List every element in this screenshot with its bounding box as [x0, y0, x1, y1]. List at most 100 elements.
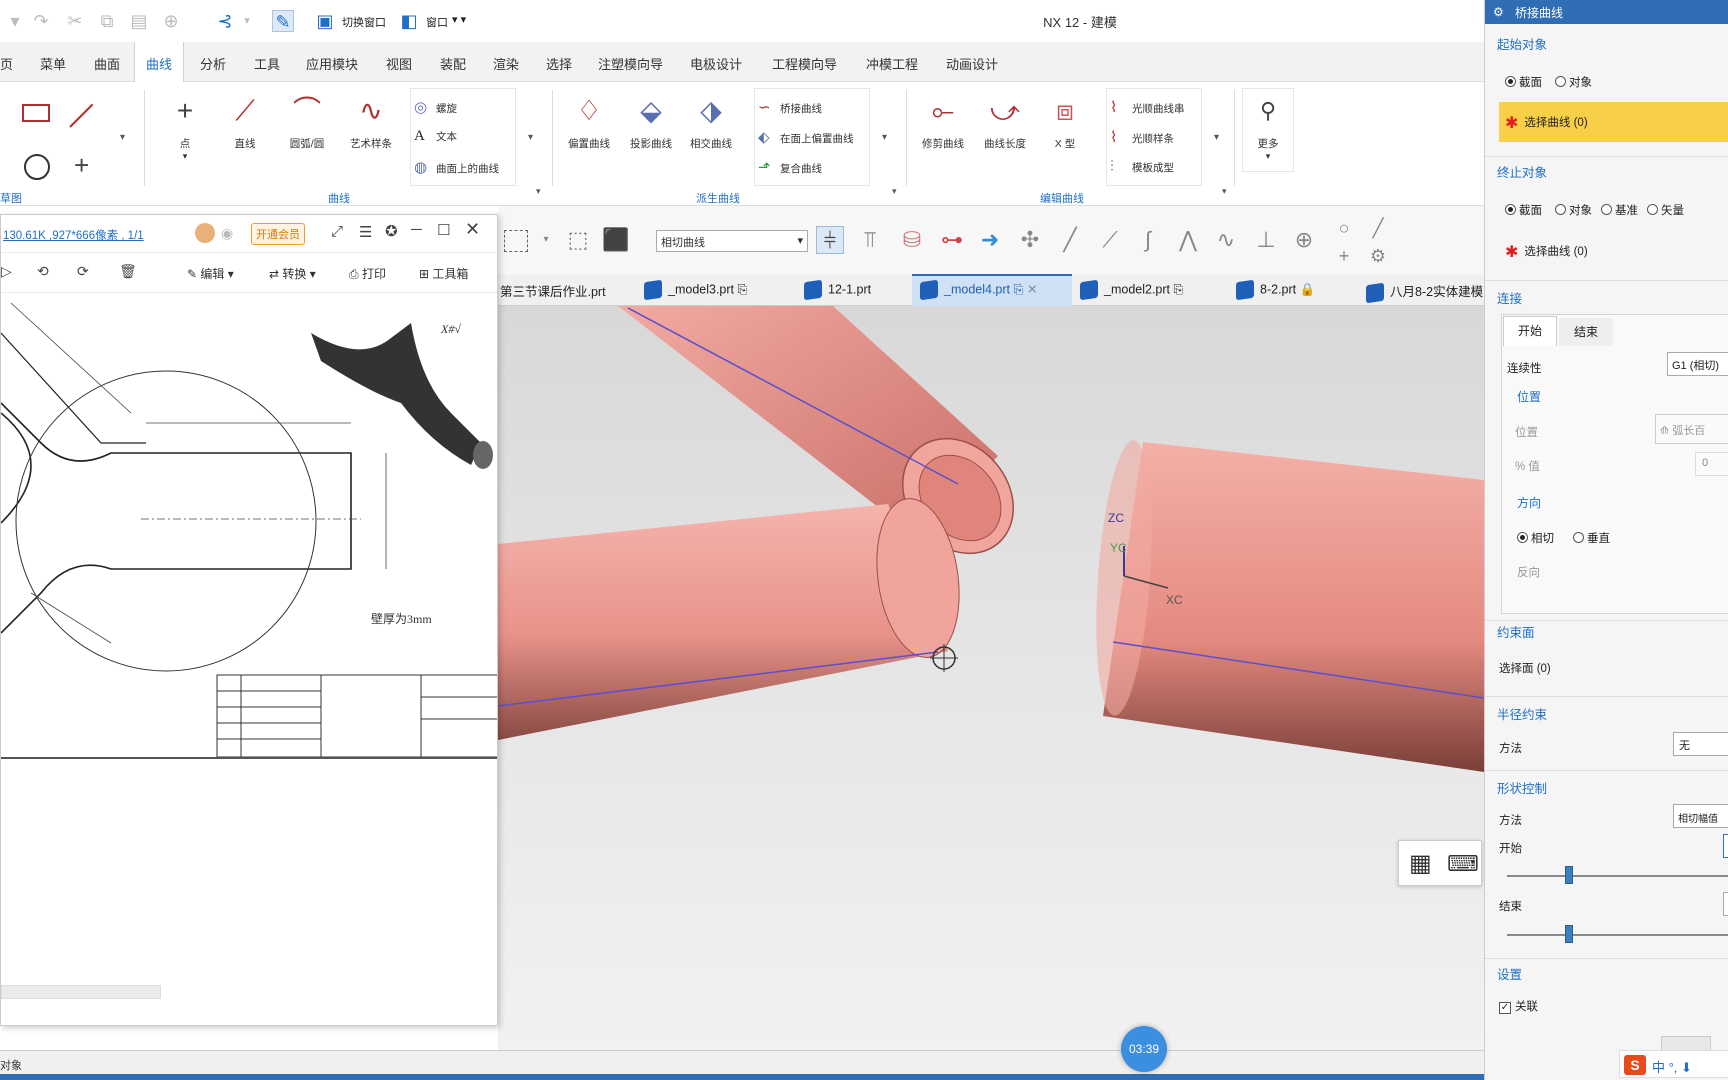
tab-electrode[interactable]: 电极设计: [690, 54, 742, 73]
switch-window-label[interactable]: 切换窗口: [342, 14, 386, 30]
dialog-gear-icon[interactable]: ⚙: [1493, 5, 1504, 19]
doc-tab[interactable]: 第三节课后作业.prt: [500, 281, 606, 300]
offset-curve-button[interactable]: ♢ 偏置曲线: [560, 92, 618, 151]
settings-heading[interactable]: 设置: [1497, 964, 1522, 983]
center-point-icon[interactable]: ⊕: [1290, 226, 1318, 254]
constraint-face-heading[interactable]: 约束面: [1497, 622, 1535, 641]
print-button[interactable]: ⎙ 打印: [349, 265, 386, 282]
start-section-radio[interactable]: 截面: [1505, 74, 1542, 90]
shape-control-heading[interactable]: 形状控制: [1497, 778, 1547, 797]
plus-snap-icon[interactable]: +: [1330, 242, 1358, 270]
spline-tool-icon[interactable]: ⋀: [1174, 226, 1202, 254]
helix-button[interactable]: ◎ 螺旋: [414, 98, 457, 116]
perpendicular-icon[interactable]: ⊥: [1252, 226, 1280, 254]
arrow-right-icon[interactable]: ➜: [976, 226, 1004, 254]
group-dropdown-icon[interactable]: ▾: [892, 186, 897, 197]
window-icon[interactable]: ◧: [398, 10, 420, 32]
move-icon[interactable]: ✣: [1016, 226, 1044, 254]
end-datum-radio[interactable]: 基准: [1601, 202, 1638, 218]
composite-curve-button[interactable]: ⬏ 复合曲线: [758, 158, 822, 176]
cut-icon[interactable]: ✂: [64, 10, 86, 32]
bridge-curve-button[interactable]: ∽ 桥接曲线: [758, 98, 822, 116]
wave-tool-icon[interactable]: ∿: [1212, 226, 1240, 254]
graphics-window[interactable]: ZC YC XC ▦ ⌨: [497, 306, 1485, 1074]
avatar[interactable]: [195, 223, 215, 243]
pin-icon[interactable]: ✪: [385, 222, 398, 240]
tab-home[interactable]: 页: [0, 54, 13, 73]
edit-button[interactable]: ✎ 编辑 ▾: [187, 265, 234, 282]
intersect-curve-button[interactable]: ⬗ 相交曲线: [682, 92, 740, 151]
tab-engineering-wizard[interactable]: 工程模向导: [772, 54, 837, 73]
doc-tab[interactable]: 八月8-2实体建模: [1366, 281, 1483, 303]
position-select[interactable]: ⟰ 弧长百: [1655, 414, 1728, 444]
tab-surface[interactable]: 曲面: [94, 54, 120, 73]
associative-checkbox[interactable]: ✓ 关联: [1499, 998, 1538, 1014]
select-box-icon[interactable]: [504, 230, 528, 252]
calculator-icon[interactable]: ▦: [1409, 849, 1432, 878]
window-label[interactable]: 窗口: [426, 14, 448, 30]
doc-tab[interactable]: _model3.prt ⎘: [644, 279, 748, 301]
horizontal-scrollbar[interactable]: [1, 985, 161, 999]
close-icon[interactable]: ✕: [465, 219, 480, 240]
continuity-select[interactable]: G1 (相切): [1667, 352, 1728, 376]
stack-icon[interactable]: ⛁: [898, 226, 926, 254]
edit-more-icon[interactable]: ▾: [1214, 132, 1219, 143]
tab-start[interactable]: 开始: [1503, 316, 1557, 346]
end-select-curve[interactable]: ✱ 选择曲线 (0): [1505, 242, 1588, 262]
shape-start-input[interactable]: [1723, 834, 1728, 858]
touch-mode-icon[interactable]: ✎: [272, 10, 294, 32]
slash-snap-icon[interactable]: ╱: [1364, 214, 1392, 242]
window-dropdown-icon[interactable]: ▾ ▾: [452, 13, 466, 26]
shape-end-slider-thumb[interactable]: [1565, 925, 1574, 943]
snap-icon[interactable]: ⊕: [160, 10, 182, 32]
end-section-radio[interactable]: 截面: [1505, 202, 1542, 218]
curve-more-icon[interactable]: ▾: [528, 132, 533, 143]
tab-assembly[interactable]: 装配: [440, 54, 466, 73]
studio-spline-button[interactable]: ∿ 艺术样条: [340, 92, 402, 151]
end-vector-radio[interactable]: 矢量: [1647, 202, 1684, 218]
trim-curve-button[interactable]: ⟜ 修剪曲线: [914, 92, 972, 151]
position-heading[interactable]: 位置: [1517, 388, 1541, 405]
circle-icon[interactable]: [24, 154, 50, 180]
tab-application[interactable]: 应用模块: [306, 54, 358, 73]
menu-icon[interactable]: ☰: [359, 223, 372, 241]
tab-mold-wizard[interactable]: 注塑模向导: [598, 54, 663, 73]
tab-curve[interactable]: 曲线: [146, 54, 172, 73]
group-dropdown-icon[interactable]: ▾: [1222, 186, 1227, 197]
curve-length-button[interactable]: ⤻ 曲线长度: [976, 92, 1034, 151]
network-icon[interactable]: ⊶: [938, 226, 966, 254]
curve-on-surface-button[interactable]: ◍ 曲面上的曲线: [414, 158, 499, 176]
block-icon[interactable]: ⬚: [564, 226, 592, 254]
keyboard-icon[interactable]: ⌨: [1447, 851, 1479, 877]
tab-render[interactable]: 渲染: [493, 54, 519, 73]
redo-icon[interactable]: ↷: [30, 10, 52, 32]
start-select-curve[interactable]: ✱ 选择曲线 (0): [1499, 102, 1728, 142]
reverse-label[interactable]: 反向: [1517, 564, 1540, 580]
dropdown-icon[interactable]: ▾: [4, 10, 26, 32]
offset-in-face-button[interactable]: ⬖ 在面上偏置曲线: [758, 128, 854, 146]
project-curve-button[interactable]: ⬙ 投影曲线: [622, 92, 680, 151]
convert-button[interactable]: ⇄ 转换 ▾: [269, 265, 316, 282]
start-object-heading[interactable]: 起始对象: [1497, 34, 1547, 53]
shape-method-select[interactable]: 相切幅值: [1673, 804, 1728, 828]
template-form-button[interactable]: ⫶ 模板成型: [1110, 158, 1174, 175]
vip-badge[interactable]: 开通会员: [251, 223, 305, 245]
dropdown-icon[interactable]: ▾: [532, 226, 560, 254]
start-object-radio[interactable]: 对象: [1555, 74, 1592, 90]
direction-heading[interactable]: 方向: [1517, 494, 1541, 511]
maximize-icon[interactable]: ☐: [437, 221, 450, 239]
ime-mode-icon[interactable]: 中 °, ⬇: [1652, 1057, 1692, 1076]
radius-constraint-heading[interactable]: 半径约束: [1497, 704, 1547, 723]
tab-analysis[interactable]: 分析: [200, 54, 226, 73]
curve-rule-select[interactable]: 相切曲线 ▾: [656, 230, 808, 252]
end-object-heading[interactable]: 终止对象: [1497, 162, 1547, 181]
tab-menu[interactable]: 菜单: [40, 54, 66, 73]
line-icon[interactable]: [69, 103, 94, 128]
smooth-spline-button[interactable]: ⌇ 光顺样条: [1110, 128, 1174, 146]
rotate-left-icon[interactable]: ⟲: [37, 263, 49, 280]
shape-start-slider-thumb[interactable]: [1565, 866, 1574, 884]
text-button[interactable]: A 文本: [414, 128, 457, 145]
end-object-radio[interactable]: 对象: [1555, 202, 1592, 218]
right-pipe[interactable]: [1088, 439, 1485, 772]
connection-heading[interactable]: 连接: [1497, 288, 1522, 307]
